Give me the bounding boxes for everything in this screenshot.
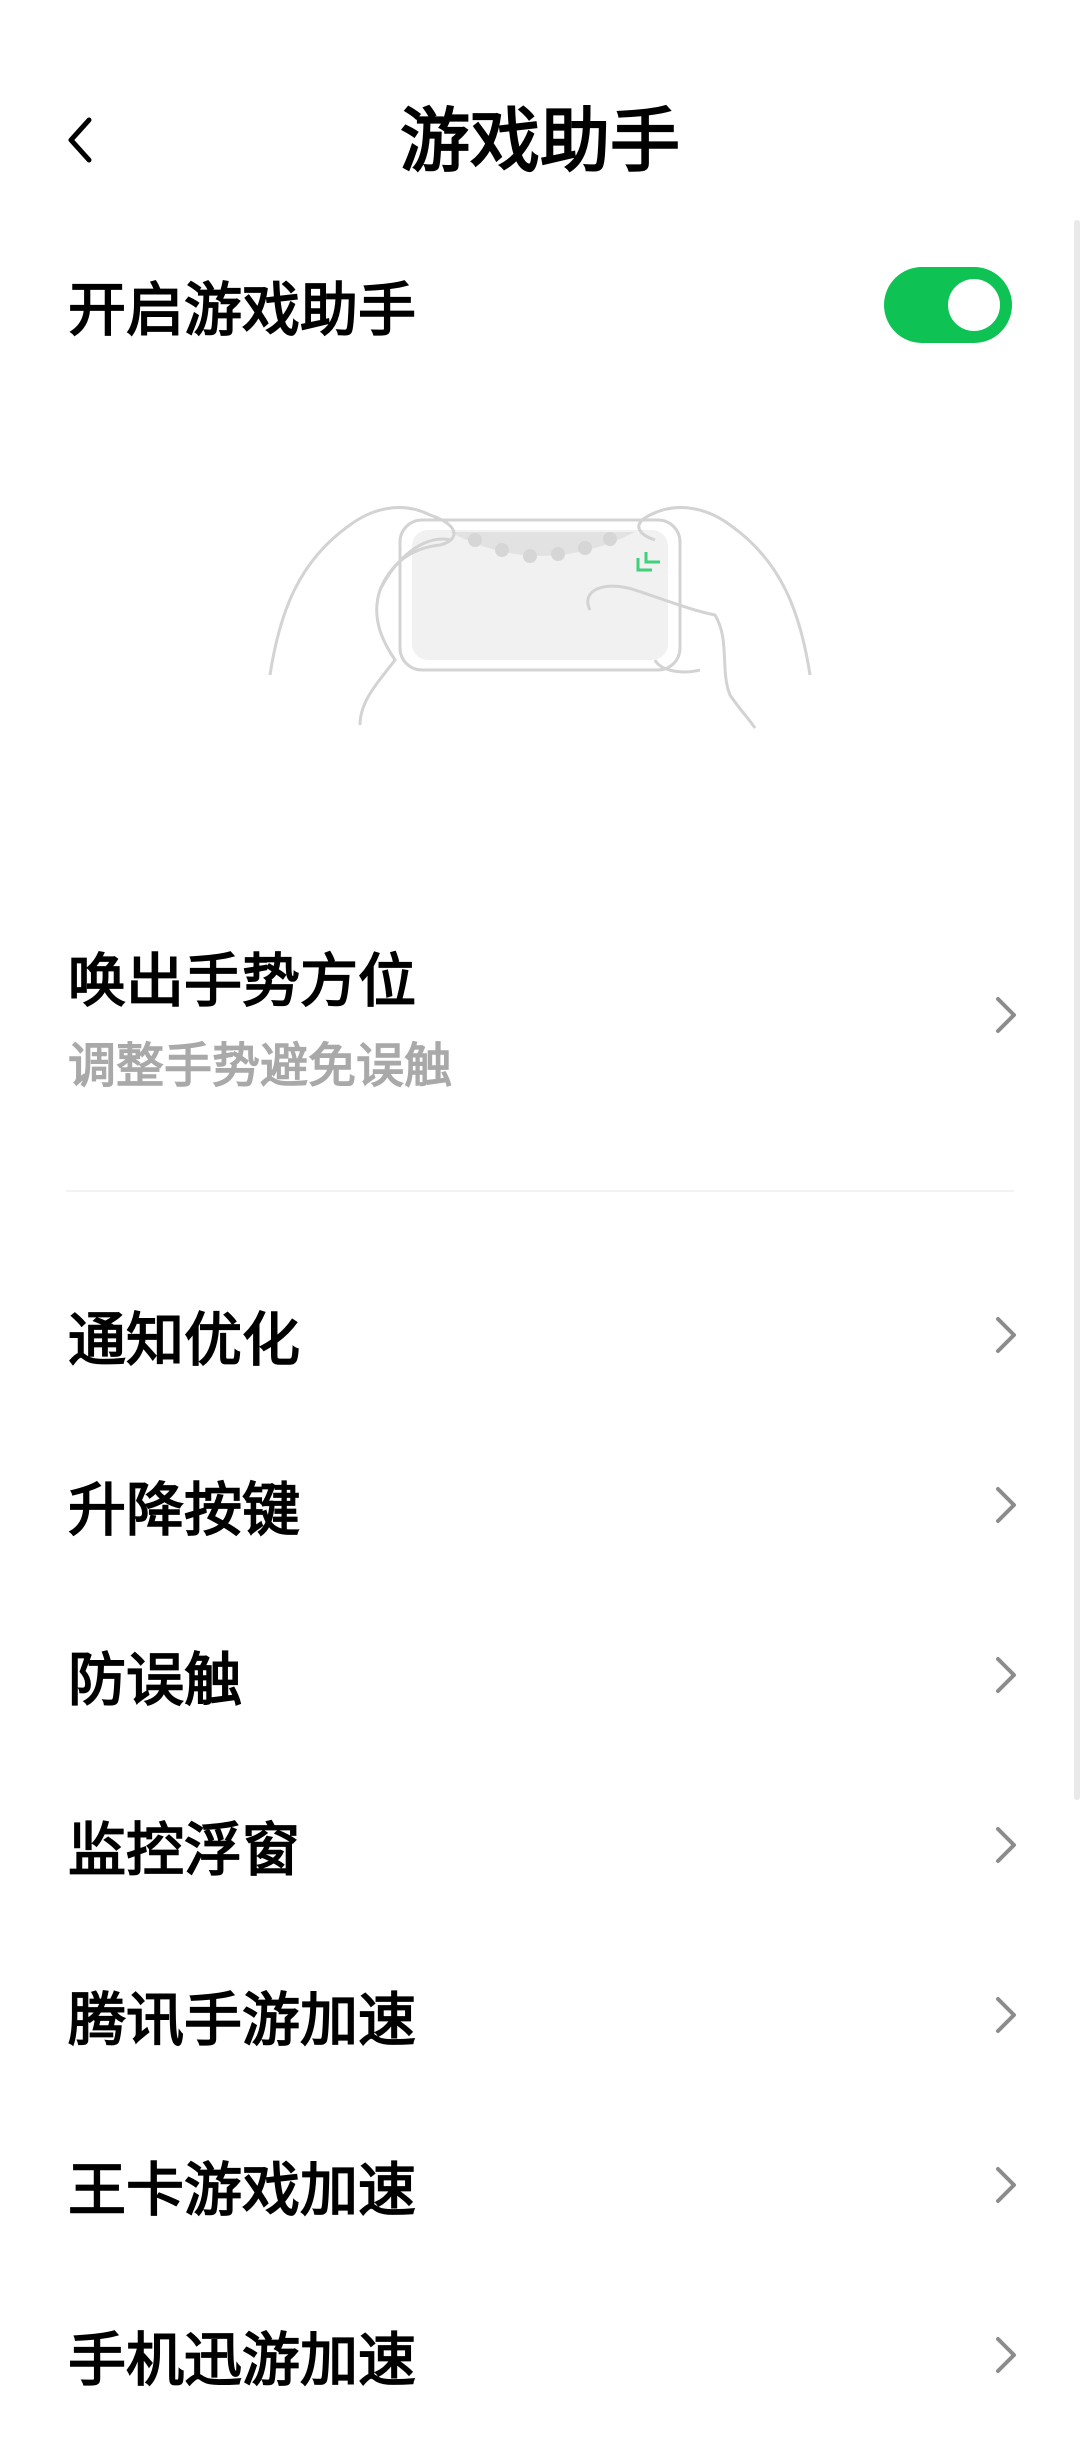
gesture-dot <box>523 549 537 563</box>
gesture-position-subtitle: 调整手势避免误触 <box>68 1038 453 1094</box>
chevron-right-icon <box>990 1652 1022 1698</box>
page-title: 游戏助手 <box>400 100 680 182</box>
settings-list: 通知优化 升降按键 防误触 监控浮窗 腾讯手游加速 王卡游戏加速 手机迅游加速 <box>0 1250 1080 2440</box>
menu-item-label: 王卡游戏加速 <box>68 2156 417 2224</box>
menu-item-label: 手机迅游加速 <box>68 2326 417 2394</box>
menu-item-label: 防误触 <box>68 1646 243 1714</box>
enable-game-assistant-row[interactable]: 开启游戏助手 <box>68 250 1012 360</box>
menu-item-xunyou-boost[interactable]: 手机迅游加速 <box>0 2270 1080 2440</box>
gesture-dot <box>551 547 565 561</box>
menu-item-label: 监控浮窗 <box>68 1816 301 1884</box>
header: 游戏助手 <box>0 0 1080 210</box>
enable-game-assistant-toggle[interactable] <box>884 267 1012 343</box>
chevron-right-icon <box>990 2162 1022 2208</box>
gesture-illustration <box>268 506 812 729</box>
gesture-position-row[interactable]: 唤出手势方位 调整手势避免误触 <box>68 940 1022 1094</box>
gesture-dot <box>495 543 509 557</box>
gesture-dot <box>578 541 592 555</box>
section-divider <box>66 1190 1014 1192</box>
menu-item-label: 升降按键 <box>68 1476 301 1544</box>
menu-item-notification-optimization[interactable]: 通知优化 <box>0 1250 1080 1420</box>
chevron-right-icon <box>990 1482 1022 1528</box>
menu-item-anti-mistouch[interactable]: 防误触 <box>0 1590 1080 1760</box>
menu-item-monitor-floating-window[interactable]: 监控浮窗 <box>0 1760 1080 1930</box>
menu-item-volume-keys[interactable]: 升降按键 <box>0 1420 1080 1590</box>
chevron-right-icon <box>990 1312 1022 1358</box>
chevron-right-icon <box>990 1992 1022 2038</box>
gesture-dot <box>468 533 482 547</box>
gesture-position-title: 唤出手势方位 <box>68 947 417 1015</box>
gesture-dot <box>603 532 617 546</box>
menu-item-tencent-game-boost[interactable]: 腾讯手游加速 <box>0 1930 1080 2100</box>
gesture-texts: 唤出手势方位 调整手势避免误触 <box>68 934 452 1096</box>
enable-game-assistant-label: 开启游戏助手 <box>68 276 417 344</box>
menu-item-wangka-game-boost[interactable]: 王卡游戏加速 <box>0 2100 1080 2270</box>
menu-item-label: 腾讯手游加速 <box>68 1986 417 2054</box>
menu-item-label: 通知优化 <box>68 1306 301 1374</box>
toggle-knob <box>948 279 1000 331</box>
chevron-right-icon <box>990 1822 1022 1868</box>
chevron-right-icon <box>990 992 1022 1038</box>
chevron-right-icon <box>990 2332 1022 2378</box>
